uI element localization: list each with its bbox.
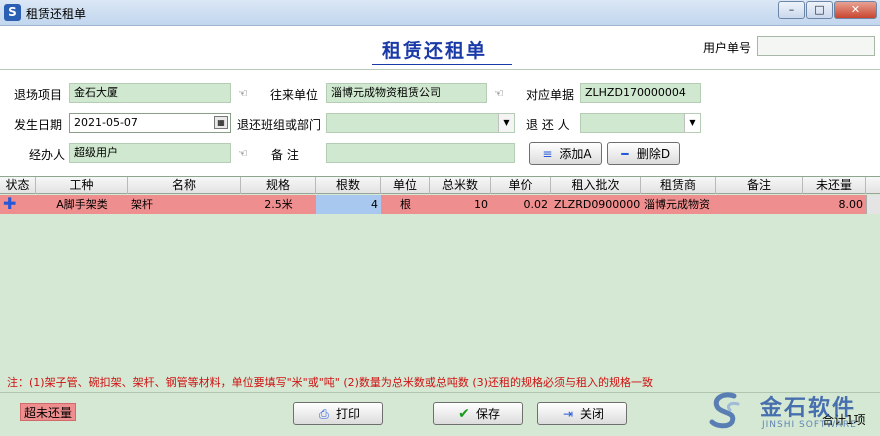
add-list-icon: ≡ — [542, 146, 553, 161]
printer-icon: ⎙ — [319, 406, 329, 421]
col-spec[interactable]: 规格 — [241, 177, 316, 194]
row-name-cell[interactable]: 架杆 — [128, 195, 241, 214]
minimize-button[interactable]: – — [778, 1, 805, 19]
row-type-cell[interactable]: A脚手架类 — [36, 195, 128, 214]
item-count: 合计1项 — [822, 413, 866, 427]
remark-label: 备 注 — [271, 148, 299, 162]
row-remark-cell[interactable] — [716, 195, 803, 214]
grid-header: 状态 工种 名称 规格 根数 单位 总米数 单价 租入批次 租赁商 备注 未还量 — [0, 177, 880, 194]
col-type[interactable]: 工种 — [36, 177, 128, 194]
form-header: 租赁还租单 用户单号 — [0, 26, 880, 70]
delete-row-label: 删除D — [636, 147, 671, 161]
chevron-down-icon[interactable]: ▼ — [684, 114, 700, 132]
close-button[interactable]: ⇥ 关闭 — [537, 402, 627, 425]
team-label: 退还班组或部门 — [237, 118, 322, 132]
usage-note: 注：(1)架子管、碗扣架、架杆、钢管等材料，单位要填写"米"或"吨" (2)数量… — [7, 376, 653, 389]
col-count[interactable]: 根数 — [316, 177, 381, 194]
save-button[interactable]: ✔ 保存 — [433, 402, 523, 425]
team-select[interactable]: ▼ — [326, 113, 515, 133]
overdue-legend: 超未还量 — [20, 403, 76, 421]
app-icon: S — [4, 4, 21, 21]
ref-label: 对应单据 — [526, 88, 575, 102]
col-meters[interactable]: 总米数 — [430, 177, 491, 194]
hand-pointer-icon[interactable]: ☜ — [494, 88, 512, 100]
checkmark-icon: ✔ — [458, 405, 470, 422]
print-button[interactable]: ⎙ 打印 — [293, 402, 383, 425]
date-label: 发生日期 — [14, 118, 63, 132]
date-picker[interactable]: 2021-05-07 ▦ — [69, 113, 231, 133]
handler-field[interactable]: 超级用户 — [69, 143, 231, 163]
exit-door-icon: ⇥ — [562, 406, 574, 421]
row-remaining-cell[interactable]: 8.00 — [803, 195, 866, 214]
col-status[interactable]: 状态 — [0, 177, 36, 194]
col-batch[interactable]: 租入批次 — [551, 177, 641, 194]
project-label: 退场项目 — [14, 88, 63, 102]
row-price-cell[interactable]: 0.02 — [491, 195, 551, 214]
row-status-cell: ✚ — [0, 195, 36, 214]
col-price[interactable]: 单价 — [491, 177, 551, 194]
minus-icon: ━ — [621, 146, 629, 161]
form-fields: 退场项目 金石大厦 ☜ 往来单位 淄博元成物资租赁公司 ☜ 对应单据 ZLHZD… — [0, 70, 880, 176]
handler-label: 经办人 — [29, 148, 66, 162]
add-row-label: 添加A — [559, 147, 592, 161]
user-no-label: 用户单号 — [703, 41, 752, 55]
date-value: 2021-05-07 — [74, 116, 138, 129]
calendar-icon[interactable]: ▦ — [214, 116, 228, 129]
col-name[interactable]: 名称 — [128, 177, 241, 194]
row-count-cell[interactable]: 4 — [316, 195, 381, 214]
print-label: 打印 — [335, 407, 360, 421]
row-meters-cell[interactable]: 10 — [430, 195, 491, 214]
plus-icon: ✚ — [3, 195, 17, 213]
ref-field[interactable]: ZLHZD170000004 — [580, 83, 701, 103]
close-window-button[interactable]: ✕ — [834, 1, 877, 19]
col-remaining[interactable]: 未还量 — [803, 177, 866, 194]
project-field[interactable]: 金石大厦 — [69, 83, 231, 103]
chevron-down-icon[interactable]: ▼ — [498, 114, 514, 132]
save-label: 保存 — [475, 407, 500, 421]
grid-scrollbar[interactable] — [866, 195, 880, 214]
hand-pointer-icon[interactable]: ☜ — [238, 88, 256, 100]
maximize-button[interactable]: □ — [806, 1, 833, 19]
col-remark[interactable]: 备注 — [716, 177, 803, 194]
window-title: 租赁还租单 — [26, 7, 87, 21]
close-label: 关闭 — [579, 407, 604, 421]
col-vendor[interactable]: 租赁商 — [641, 177, 716, 194]
returner-select[interactable]: ▼ — [580, 113, 701, 133]
row-vendor-cell[interactable]: 淄博元成物资 — [641, 195, 716, 214]
row-spec-cell[interactable]: 2.5米 — [241, 195, 316, 214]
row-batch-cell[interactable]: ZLZRD090000005 — [551, 195, 641, 214]
partner-field[interactable]: 淄博元成物资租赁公司 — [326, 83, 487, 103]
partner-label: 往来单位 — [270, 88, 319, 102]
hand-pointer-icon[interactable]: ☜ — [238, 148, 256, 160]
heading-underline — [372, 64, 512, 65]
remark-field[interactable] — [326, 143, 515, 163]
col-unit[interactable]: 单位 — [381, 177, 430, 194]
footer-bar: 超未还量 ⎙ 打印 ✔ 保存 ⇥ 关闭 合计1项 — [0, 392, 880, 436]
form-heading: 租赁还租单 — [382, 40, 488, 62]
row-unit-cell[interactable]: 根 — [381, 195, 430, 214]
returner-label: 退 还 人 — [526, 118, 570, 132]
items-grid: 状态 工种 名称 规格 根数 单位 总米数 单价 租入批次 租赁商 备注 未还量… — [0, 176, 880, 370]
delete-row-button[interactable]: ━ 删除D — [607, 142, 680, 165]
user-no-input[interactable] — [757, 36, 875, 56]
title-bar: S 租赁还租单 – □ ✕ — [0, 0, 880, 26]
add-row-button[interactable]: ≡ 添加A — [529, 142, 602, 165]
table-row[interactable]: ✚ A脚手架类 架杆 2.5米 4 根 10 0.02 ZLZRD0900000… — [0, 195, 866, 214]
